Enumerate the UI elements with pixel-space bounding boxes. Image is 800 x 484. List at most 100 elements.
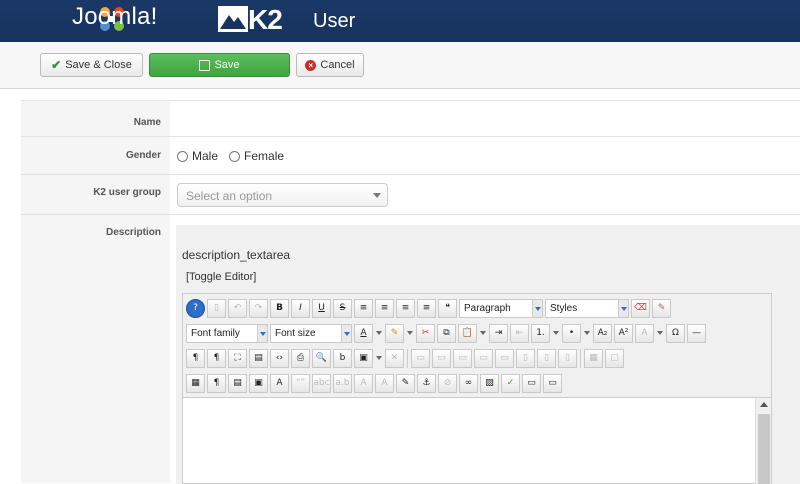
chevron-down-icon — [341, 324, 351, 342]
template-icon[interactable]: ▤ — [228, 373, 247, 393]
redo-icon[interactable]: ↷ — [249, 298, 268, 318]
cleanup-brush-icon[interactable]: ✎ — [652, 298, 671, 318]
bold-icon[interactable]: B — [270, 298, 289, 318]
paste-icon[interactable]: 📋 — [458, 323, 477, 343]
description-panel: description_textarea [Toggle Editor] ? ▯… — [176, 225, 800, 484]
editor-toolbar-row-4: ▦ ¶ ▤ ▣ A “” abc a.b A A ✎ ⚓ ⊘ ∞ ▨ ✓ ▭ ▭ — [186, 372, 562, 394]
format-select[interactable]: Paragraph — [459, 298, 543, 318]
editor-content-area[interactable] — [183, 397, 771, 484]
unlink-icon[interactable]: ⊘ — [438, 373, 457, 393]
outdent-icon[interactable]: ⇤ — [510, 323, 529, 343]
numbered-list-icon[interactable]: 1. — [531, 323, 550, 343]
special-character-icon[interactable]: Ω — [666, 323, 685, 343]
spellcheck-icon[interactable]: ✓ — [501, 373, 520, 393]
pagebreak-icon[interactable]: ▭ — [522, 373, 541, 393]
link-icon[interactable]: ∞ — [459, 373, 478, 393]
male-label: Male — [192, 149, 219, 163]
highlight-color-icon[interactable]: ✎ — [385, 323, 404, 343]
copy-icon[interactable]: ⧉ — [437, 323, 456, 343]
merge-cells-icon[interactable]: ▢ — [605, 348, 624, 368]
gender-label: Gender — [21, 137, 170, 174]
italic-icon[interactable]: I — [291, 298, 310, 318]
readmore-icon[interactable]: ▭ — [543, 373, 562, 393]
fullscreen-icon[interactable]: ⛶ — [228, 348, 247, 368]
align-left-icon[interactable]: ≡ — [396, 298, 415, 318]
code-icon[interactable]: ‹› — [270, 348, 289, 368]
subscript-icon[interactable]: A₂ — [593, 323, 612, 343]
chevron-down-icon[interactable] — [375, 349, 383, 368]
insert-row-after-icon[interactable]: ▭ — [474, 348, 493, 368]
replace-icon[interactable]: b — [333, 348, 352, 368]
chevron-down-icon[interactable] — [656, 324, 664, 343]
save-close-button[interactable]: ✔ Save & Close — [40, 53, 143, 77]
insert-row-before-icon[interactable]: ▭ — [453, 348, 472, 368]
preview-icon[interactable]: ▤ — [249, 348, 268, 368]
align-center-icon[interactable]: ≡ — [375, 298, 394, 318]
rtl-icon[interactable]: ¶ — [207, 348, 226, 368]
underline-icon[interactable]: U — [312, 298, 331, 318]
citation-icon[interactable]: “” — [291, 373, 310, 393]
save-button[interactable]: Save — [149, 53, 290, 77]
chevron-down-icon[interactable] — [406, 324, 414, 343]
superscript-icon[interactable]: A² — [614, 323, 633, 343]
insert-col-before-icon[interactable]: ▯ — [516, 348, 535, 368]
male-radio[interactable] — [177, 150, 188, 162]
scroll-thumb[interactable] — [758, 414, 770, 484]
split-cells-icon[interactable]: ▦ — [584, 348, 603, 368]
editor-scrollbar[interactable] — [755, 398, 771, 484]
blockquote-icon[interactable]: ❝ — [438, 298, 457, 318]
font-size-select[interactable]: Font size — [270, 323, 352, 343]
table-cell-props-icon[interactable]: ▭ — [432, 348, 451, 368]
styles-select-value: Styles — [550, 302, 578, 314]
font-family-select[interactable]: Font family — [186, 323, 268, 343]
indent-icon[interactable]: ⇥ — [489, 323, 508, 343]
deletion-icon[interactable]: A — [354, 373, 373, 393]
insertion-icon[interactable]: A — [375, 373, 394, 393]
delete-row-icon[interactable]: ▭ — [495, 348, 514, 368]
align-right-icon[interactable]: ≡ — [417, 298, 436, 318]
chevron-down-icon — [257, 324, 267, 342]
table-row-props-icon[interactable]: ▭ — [411, 348, 430, 368]
gender-row: Gender Male Female — [21, 136, 800, 174]
acronym-icon[interactable]: a.b — [333, 373, 352, 393]
visual-chars-icon[interactable]: ¶ — [207, 373, 226, 393]
female-radio[interactable] — [229, 150, 241, 162]
media-icon[interactable]: ▣ — [249, 373, 268, 393]
insert-image-icon[interactable]: ▣ — [354, 348, 373, 368]
search-icon[interactable]: 🔍 — [312, 348, 331, 368]
undo-icon[interactable]: ↶ — [228, 298, 247, 318]
chevron-down-icon[interactable] — [479, 324, 487, 343]
chevron-down-icon[interactable] — [552, 324, 560, 343]
ltr-icon[interactable]: ¶ — [186, 348, 205, 368]
insert-table-icon[interactable]: ▦ — [186, 373, 205, 393]
chevron-down-icon — [532, 299, 542, 317]
scroll-up-arrow-icon[interactable] — [760, 402, 768, 407]
delete-col-icon[interactable]: ▯ — [558, 348, 577, 368]
user-group-select[interactable]: Select an option — [177, 183, 388, 207]
toggle-editor-link[interactable]: [Toggle Editor] — [186, 271, 256, 283]
image-icon[interactable]: ▨ — [480, 373, 499, 393]
styleprops-icon[interactable]: A — [270, 373, 289, 393]
anchor-icon[interactable]: ⚓ — [417, 373, 436, 393]
insert-col-after-icon[interactable]: ▯ — [537, 348, 556, 368]
strikethrough-icon[interactable]: S — [333, 298, 352, 318]
chevron-down-icon[interactable] — [583, 324, 591, 343]
eraser-icon[interactable]: ⌫ — [631, 298, 650, 318]
chevron-down-icon[interactable] — [375, 324, 383, 343]
align-justify-icon[interactable]: ≡ — [354, 298, 373, 318]
delete-table-icon[interactable]: ✕ — [385, 348, 404, 368]
text-color-icon[interactable]: A — [354, 323, 373, 343]
new-document-icon[interactable]: ▯ — [207, 298, 226, 318]
help-icon[interactable]: ? — [186, 298, 205, 318]
cut-icon[interactable]: ✂ — [416, 323, 435, 343]
mountain-icon — [218, 6, 248, 32]
character-map-icon[interactable]: A — [635, 323, 654, 343]
abbreviation-icon[interactable]: abc — [312, 373, 331, 393]
horizontal-rule-icon[interactable]: — — [687, 323, 706, 343]
print-icon[interactable]: ⎙ — [291, 348, 310, 368]
styles-select[interactable]: Styles — [545, 298, 629, 318]
description-row: Description description_textarea [Toggle… — [21, 214, 800, 484]
cancel-button[interactable]: × Cancel — [296, 53, 364, 77]
attributes-icon[interactable]: ✎ — [396, 373, 415, 393]
bullet-list-icon[interactable]: • — [562, 323, 581, 343]
